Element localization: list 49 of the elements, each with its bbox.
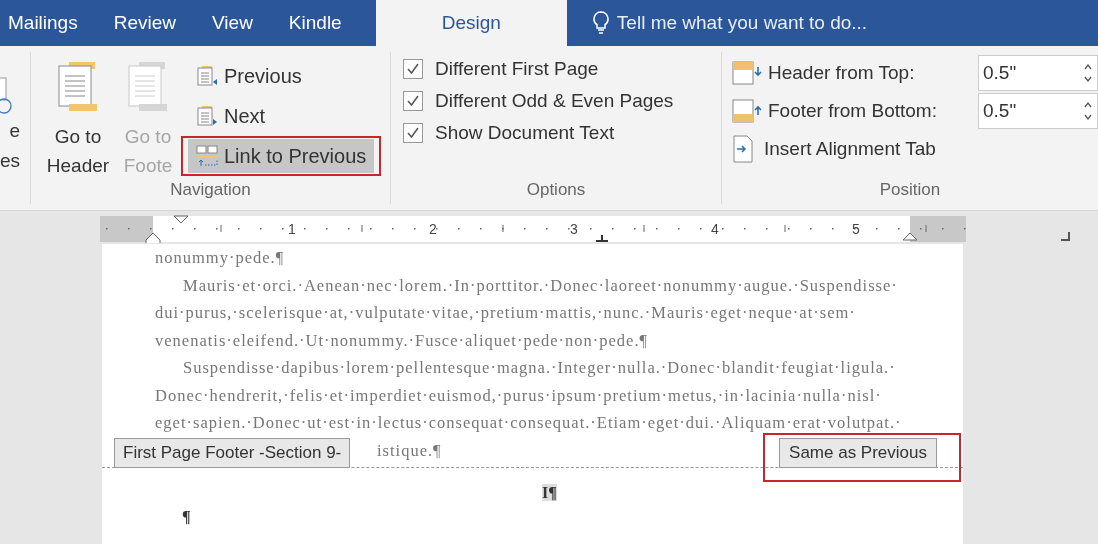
checkbox-label[interactable]: Show Document Text [435, 122, 615, 144]
navigation-button[interactable]: Next [188, 99, 375, 133]
body-text-line: istique.¶ [377, 439, 442, 462]
footer-text: ¶ [182, 507, 191, 526]
field-label: Header from Top: [768, 62, 916, 84]
page-arrow-icon [196, 105, 218, 127]
spinner-field[interactable]: 0.5" [978, 55, 1098, 91]
ribbon-tab[interactable]: Review [95, 0, 194, 46]
alignment-tab-icon [732, 135, 754, 163]
footer-text: I¶ [542, 483, 557, 502]
body-text-line: dui·purus,·scelerisque·at,·vulputate·vitae,·pretium·mattis,·nunc.·Mauris·eget·neque·at·sem· [155, 302, 857, 324]
navigation-button[interactable]: Link to Previous [188, 139, 375, 173]
insert-tab-button[interactable]: Insert Alignment Tab [764, 138, 936, 160]
checkbox-label[interactable]: Different First Page [435, 58, 599, 80]
ribbon-tab[interactable]: Design [375, 0, 567, 46]
tell-me-field[interactable]: Tell me what you want to do... [592, 11, 868, 35]
navigation-button[interactable]: Previous [188, 59, 375, 93]
go-to-button[interactable]: Go to Header [41, 56, 115, 180]
page-arrow-icon [196, 65, 218, 87]
button-label[interactable]: es [0, 146, 20, 176]
body-text-line: nonummy·pede.¶ [155, 247, 286, 269]
footer-position-icon [732, 99, 764, 123]
spinner-arrows-icon[interactable] [1083, 100, 1093, 122]
button-label[interactable]: e [9, 116, 20, 146]
ribbon-tab[interactable]: Kindle [270, 0, 360, 46]
group-label: Options [525, 180, 587, 201]
ruler: 1 2 3 4 5 [100, 212, 966, 243]
group-label: Navigation [169, 180, 252, 201]
link-icon [196, 145, 218, 167]
checkbox[interactable] [403, 123, 423, 143]
ribbon-tab[interactable]: Mailings [0, 0, 96, 46]
group-label: Position [878, 180, 942, 201]
footer-section-tag: First Page Footer -Section 9- [114, 437, 351, 468]
spinner-arrows-icon[interactable] [1083, 62, 1093, 84]
header-position-icon [732, 61, 764, 85]
body-text-line: Donec·hendrerit,·felis·et·imperdiet·euismod,·purus·ipsum·pretium·metus,·in·lacinia·nulla·nisl· [155, 384, 883, 407]
spinner-field[interactable]: 0.5" [978, 93, 1098, 129]
same-as-previous-tag: Same as Previous [779, 437, 937, 468]
corner-mark-icon [1060, 230, 1070, 241]
lightbulb-icon [592, 11, 609, 35]
checkbox-label[interactable]: Different Odd & Even Pages [435, 90, 674, 112]
field-label: Footer from Bottom: [768, 100, 938, 122]
body-text-line: Suspendisse·dapibus·lorem·pellentesque·magna.·Integer·nulla.·Donec·blandit·feugiat·ligula.· [182, 357, 897, 379]
checkbox[interactable] [403, 91, 423, 111]
ribbon-tab[interactable]: View [194, 0, 271, 46]
body-text-line: eget·sapien.·Donec·ut·est·in·lectus·consequat·consequat.·Etiam·eget·dui.·Aliquam·erat·volutpat.· [155, 412, 903, 434]
body-text-line: Mauris·et·orci.·Aenean·nec·lorem.·In·porttitor.·Donec·laoreet·nonummy·augue.·Suspendisse· [182, 274, 899, 297]
checkbox[interactable] [403, 59, 423, 79]
body-text-line: venenatis·eleifend.·Ut·nonummy.·Fusce·aliquet·pede·non·pede.¶ [155, 329, 650, 352]
